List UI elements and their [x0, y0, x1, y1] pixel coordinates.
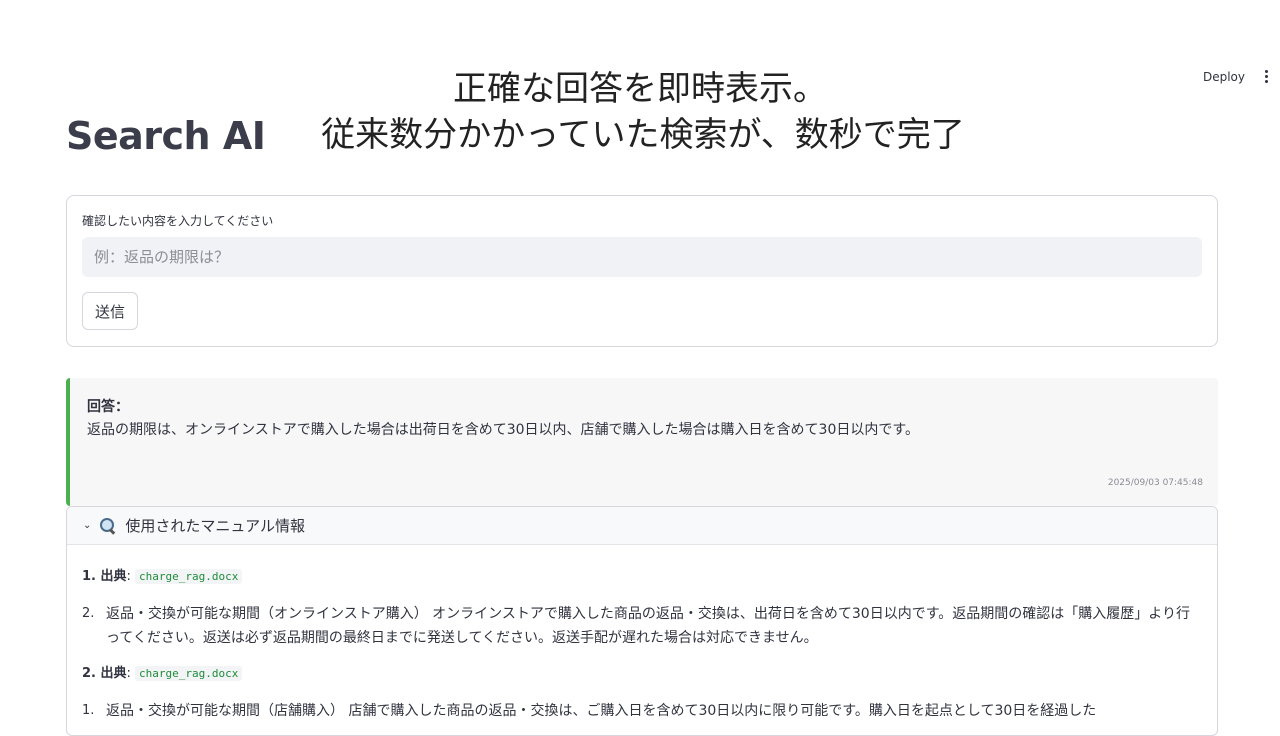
source-heading: 1. 出典: charge_rag.docx [82, 565, 1202, 584]
source-heading: 2. 出典: charge_rag.docx [82, 662, 1202, 681]
manual-expander-label: 使用されたマニュアル情報 [125, 517, 305, 535]
item-number: 1. [82, 703, 95, 718]
answer-text: 返品の期限は、オンラインストアで購入した場合は出荷日を含めて30日以内、店舗で購… [87, 422, 919, 438]
source-file: charge_rag.docx [135, 666, 243, 681]
source-content: 返品・交換が可能な期間（オンラインストア購入） オンラインストアで購入した商品の… [106, 606, 1191, 646]
source-content: 返品・交換が可能な期間（店舗購入） 店舗で購入した商品の返品・交換は、ご購入日を… [106, 703, 1097, 719]
source-index: 2. 出典 [82, 666, 127, 681]
chevron-down-icon: ⌄ [83, 520, 92, 531]
manual-expander: ⌄ 使用されたマニュアル情報 1. 出典: charge_rag.docx 2.… [66, 506, 1218, 736]
query-label: 確認したい内容を入力してください [82, 214, 274, 228]
query-form: 確認したい内容を入力してください 送信 [66, 195, 1218, 347]
caption-line-1: 正確な回答を即時表示。 [453, 69, 827, 109]
source-content-item: 2. 返品・交換が可能な期間（オンラインストア購入） オンラインストアで購入した… [82, 602, 1202, 650]
magnifier-icon [99, 517, 117, 535]
page-title: Search AI [66, 114, 266, 158]
answer-heading: 回答： [87, 399, 129, 415]
source-index: 1. 出典 [82, 569, 127, 584]
source-content-item: 1. 返品・交換が可能な期間（店舗購入） 店舗で購入した商品の返品・交換は、ご購… [82, 699, 1202, 723]
answer-panel: 回答： 返品の期限は、オンラインストアで購入した場合は出荷日を含めて30日以内、… [66, 378, 1218, 506]
item-number: 2. [82, 606, 95, 621]
answer-timestamp: 2025/09/03 07:45:48 [1107, 478, 1203, 488]
manual-body: 1. 出典: charge_rag.docx 2. 返品・交換が可能な期間（オン… [67, 545, 1217, 723]
submit-button[interactable]: 送信 [82, 292, 139, 330]
source-file: charge_rag.docx [135, 569, 243, 584]
manual-expander-header[interactable]: ⌄ 使用されたマニュアル情報 [67, 507, 1217, 545]
query-input[interactable] [82, 237, 1202, 277]
